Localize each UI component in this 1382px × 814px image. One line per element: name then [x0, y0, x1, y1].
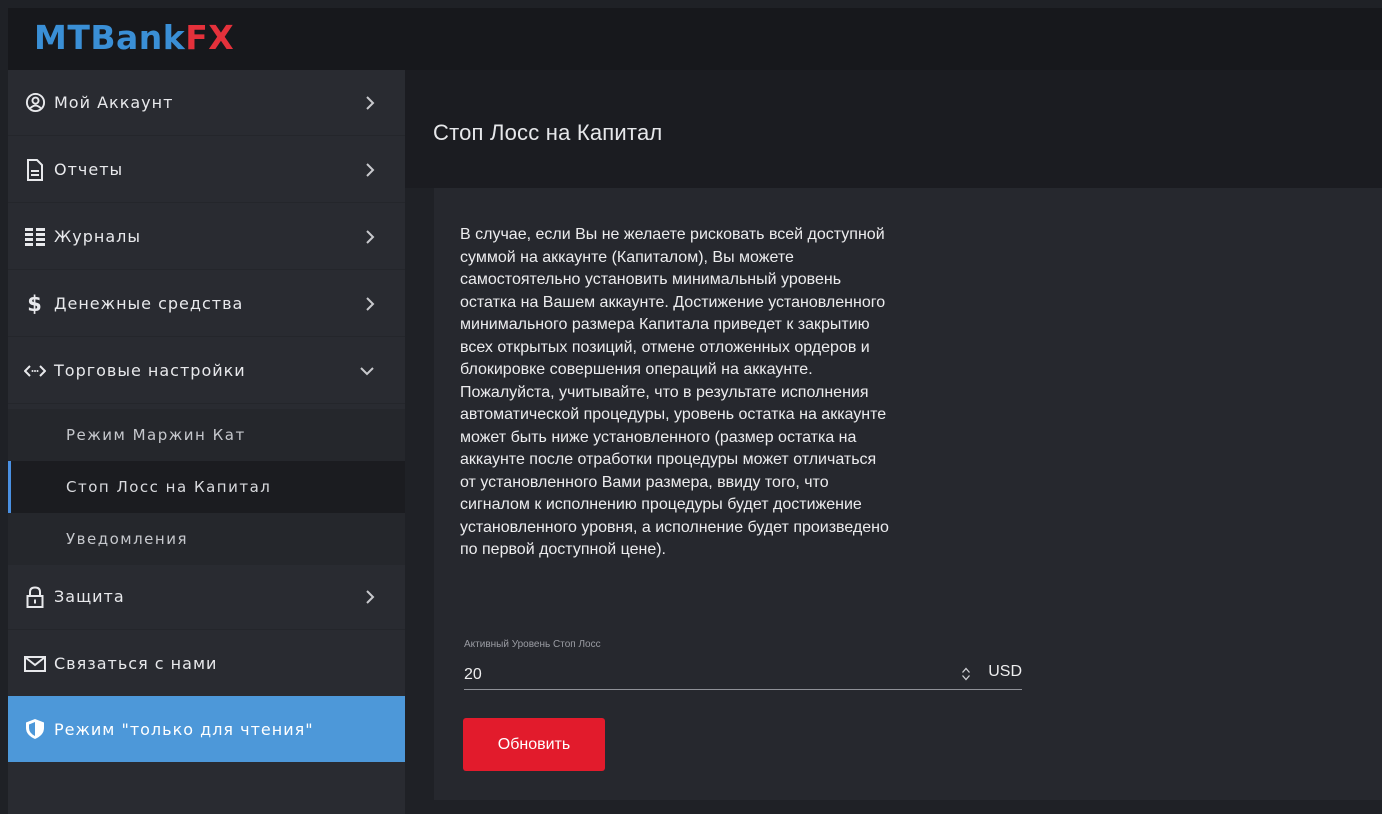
chevron-right-icon [365, 229, 375, 245]
description-line: минимального размера Капитала приведет к… [460, 316, 870, 333]
sidebar-item-reports[interactable]: Отчеты [8, 137, 405, 203]
stop-loss-level-field: USD [464, 658, 1022, 690]
page-title: Стоп Лосс на Капитал [433, 120, 663, 145]
currency-label: USD [988, 663, 1022, 680]
sidebar-subitem-label: Уведомления [66, 530, 188, 548]
sidebar-item-label: Связаться с нами [54, 654, 218, 673]
update-button[interactable]: Обновить [463, 718, 605, 771]
sidebar-subitem-notifications[interactable]: Уведомления [8, 513, 405, 565]
logo-text-x: X [208, 18, 235, 57]
list-icon [24, 226, 46, 248]
sidebar-subitem-stop-loss-capital[interactable]: Стоп Лосс на Капитал [8, 461, 405, 513]
stop-loss-level-input[interactable] [464, 662, 944, 688]
description-line: В случае, если Вы не желаете рисковать в… [460, 226, 885, 243]
chevron-right-icon [365, 296, 375, 312]
sidebar-item-contact-us[interactable]: Связаться с нами [8, 631, 405, 697]
page-header: Стоп Лосс на Капитал [405, 70, 1382, 188]
spinner-arrows-icon[interactable] [960, 666, 972, 682]
logo-text-mtbank: MTBank [34, 18, 186, 57]
sidebar-item-journals[interactable]: Журналы [8, 204, 405, 270]
sidebar-item-security[interactable]: Защита [8, 564, 405, 630]
description-line: установленного уровня, а исполнение буде… [460, 518, 889, 536]
description-line: остатка на Вашем аккаунте. Достижение ус… [460, 293, 886, 311]
user-circle-icon [24, 92, 46, 114]
description-line: всех открытых позиций, отмене отложенных… [460, 338, 870, 356]
chevron-down-icon [359, 366, 375, 376]
description-line: может быть ниже установленного (размер о… [460, 428, 857, 446]
sidebar-item-read-only-mode[interactable]: Режим "только для чтения" [8, 696, 405, 762]
description-line: суммой на аккаунте (Капиталом), Вы может… [460, 248, 794, 266]
description-line: от установленного Вами размера, ввиду то… [460, 473, 829, 491]
sidebar-item-trading-settings[interactable]: Торговые настройки [8, 338, 405, 404]
chevron-right-icon [365, 162, 375, 178]
sidebar-item-label: Отчеты [54, 160, 124, 179]
sidebar-item-label: Защита [54, 587, 125, 606]
top-bar: MTBankFX [8, 8, 1382, 70]
content-panel: В случае, если Вы не желаете рисковать в… [434, 188, 1382, 800]
lock-icon [24, 585, 46, 608]
sidebar-item-my-account[interactable]: Мой Аккаунт [8, 70, 405, 136]
envelope-icon [24, 653, 46, 675]
sidebar-item-label: Мой Аккаунт [54, 93, 174, 112]
dollar-icon: $ [27, 291, 43, 316]
description-line: блокировке совершения операций на аккаун… [460, 361, 813, 378]
sidebar-item-label: Денежные средства [54, 294, 244, 313]
shield-icon [24, 718, 46, 740]
sidebar: Мой Аккаунт Отчеты Журналы $ Денежные ср… [8, 70, 405, 814]
document-icon [24, 158, 46, 181]
sidebar-item-funds[interactable]: $ Денежные средства [8, 271, 405, 337]
description-line: сигналом к исполнению процедуры будет до… [460, 496, 862, 513]
description-line: автоматической процедуры, уровень остатк… [460, 406, 887, 423]
logo-text-f: F [185, 18, 209, 57]
sidebar-item-label: Режим "только для чтения" [54, 719, 314, 739]
sidebar-item-label: Журналы [54, 227, 141, 246]
sidebar-subitem-label: Режим Маржин Кат [66, 426, 246, 444]
field-label-stop-loss-level: Активный Уровень Стоп Лосс [464, 639, 601, 650]
chevron-right-icon [365, 95, 375, 111]
description-text: В случае, если Вы не желаете рисковать в… [460, 224, 1040, 562]
description-line: по первой доступной цене). [460, 541, 666, 558]
sidebar-item-label: Торговые настройки [54, 361, 246, 380]
sidebar-subitem-label: Стоп Лосс на Капитал [66, 478, 272, 496]
sidebar-subitem-margin-cut[interactable]: Режим Маржин Кат [8, 409, 405, 461]
description-line: Пожалуйста, учитывайте, что в результате… [460, 383, 869, 401]
description-line: самостоятельно установить минимальный ур… [460, 271, 842, 288]
chevron-right-icon [365, 589, 375, 605]
code-arrows-icon [24, 360, 46, 382]
brand-logo[interactable]: MTBankFX [34, 18, 234, 57]
description-line: аккаунте после отработки процедуры может… [460, 451, 877, 468]
